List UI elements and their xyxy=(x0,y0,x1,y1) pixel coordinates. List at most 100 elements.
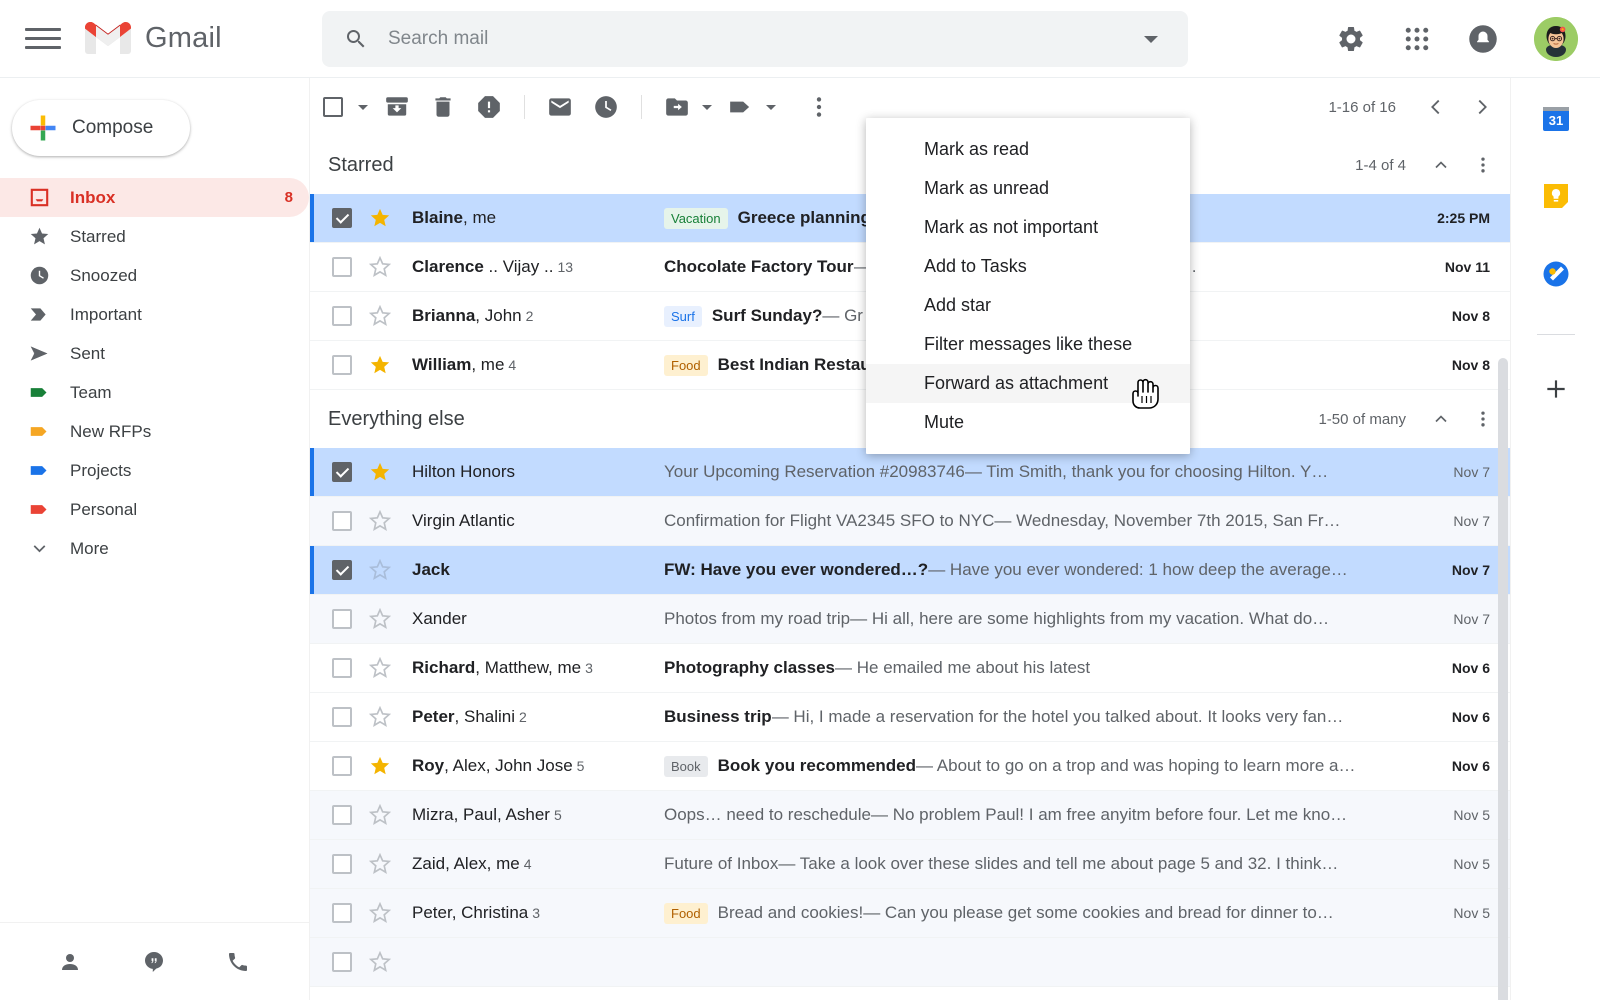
star-toggle[interactable] xyxy=(368,354,392,376)
move-to-button[interactable] xyxy=(654,84,700,130)
row-checkbox[interactable] xyxy=(332,903,352,923)
labels-chevron-down-icon[interactable] xyxy=(766,105,776,110)
grid-apps-icon[interactable] xyxy=(1402,24,1432,54)
row-checkbox[interactable] xyxy=(332,511,352,531)
sidebar-item-team[interactable]: Team xyxy=(0,373,309,412)
google-keep-icon[interactable] xyxy=(1538,178,1574,214)
search-input[interactable] xyxy=(388,28,1144,50)
table-row[interactable]: Richard, Matthew, me3 Photography classe… xyxy=(310,644,1510,693)
google-calendar-icon[interactable]: 31 xyxy=(1538,100,1574,136)
star-toggle[interactable] xyxy=(368,951,392,973)
hangouts-icon[interactable] xyxy=(142,950,166,974)
menu-item-mark-as-unread[interactable]: Mark as unread xyxy=(866,169,1190,208)
archive-button[interactable] xyxy=(374,84,420,130)
menu-item-filter-messages-like-these[interactable]: Filter messages like these xyxy=(866,325,1190,364)
star-toggle[interactable] xyxy=(368,305,392,327)
sidebar-item-projects[interactable]: Projects xyxy=(0,451,309,490)
table-row[interactable]: Hilton Honors Your Upcoming Reservation … xyxy=(310,448,1510,497)
star-toggle[interactable] xyxy=(368,461,392,483)
menu-item-add-to-tasks[interactable]: Add to Tasks xyxy=(866,247,1190,286)
table-row[interactable]: Peter, Shalini2 Business trip — Hi, I ma… xyxy=(310,693,1510,742)
table-row[interactable]: Xander Photos from my road trip — Hi all… xyxy=(310,595,1510,644)
table-row[interactable]: Peter, Christina3 Food Bread and cookies… xyxy=(310,889,1510,938)
star-toggle[interactable] xyxy=(368,510,392,532)
search-bar[interactable] xyxy=(322,11,1188,67)
star-toggle[interactable] xyxy=(368,207,392,229)
select-all-checkbox[interactable] xyxy=(310,84,356,130)
mark-unread-button[interactable] xyxy=(537,84,583,130)
table-row[interactable]: Virgin Atlantic Confirmation for Flight … xyxy=(310,497,1510,546)
star-toggle[interactable] xyxy=(368,755,392,777)
section-more-button[interactable] xyxy=(1464,400,1502,438)
star-toggle[interactable] xyxy=(368,559,392,581)
collapse-section-button[interactable] xyxy=(1422,146,1460,184)
row-checkbox[interactable] xyxy=(332,756,352,776)
table-row[interactable]: Mizra, Paul, Asher5 Oops… need to resche… xyxy=(310,791,1510,840)
row-checkbox[interactable] xyxy=(332,805,352,825)
menu-item-forward-as-attachment[interactable]: Forward as attachment xyxy=(866,364,1190,403)
row-checkbox[interactable] xyxy=(332,707,352,727)
google-tasks-icon[interactable] xyxy=(1538,256,1574,292)
contacts-icon[interactable] xyxy=(58,950,82,974)
row-checkbox[interactable] xyxy=(332,462,352,482)
star-toggle[interactable] xyxy=(368,902,392,924)
sidebar-item-important[interactable]: Important xyxy=(0,295,309,334)
row-checkbox[interactable] xyxy=(332,952,352,972)
spam-button[interactable] xyxy=(466,84,512,130)
row-checkbox[interactable] xyxy=(332,306,352,326)
move-to-chevron-down-icon[interactable] xyxy=(702,105,712,110)
gear-icon[interactable] xyxy=(1336,24,1366,54)
compose-button[interactable]: Compose xyxy=(12,100,190,156)
table-row[interactable]: Zaid, Alex, me4 Future of Inbox — Take a… xyxy=(310,840,1510,889)
table-row[interactable]: Roy, Alex, John Jose5 Book Book you reco… xyxy=(310,742,1510,791)
bell-icon[interactable] xyxy=(1468,24,1498,54)
delete-button[interactable] xyxy=(420,84,466,130)
gmail-logo[interactable]: Gmail xyxy=(85,21,222,56)
row-checkbox[interactable] xyxy=(332,658,352,678)
sidebar-item-starred[interactable]: Starred xyxy=(0,217,309,256)
section-more-button[interactable] xyxy=(1464,146,1502,184)
star-toggle[interactable] xyxy=(368,608,392,630)
phone-icon[interactable] xyxy=(226,950,250,974)
sidebar-item-inbox[interactable]: Inbox 8 xyxy=(0,178,309,217)
collapse-section-button[interactable] xyxy=(1422,400,1460,438)
select-all-chevron-down-icon[interactable] xyxy=(358,105,368,110)
row-checkbox[interactable] xyxy=(332,560,352,580)
sidebar-item-new-rfps[interactable]: New RFPs xyxy=(0,412,309,451)
sidebar-item-more[interactable]: More xyxy=(0,529,309,568)
row-checkbox[interactable] xyxy=(332,355,352,375)
sidebar-item-personal[interactable]: Personal xyxy=(0,490,309,529)
star-toggle[interactable] xyxy=(368,853,392,875)
menu-item-mark-as-not-important[interactable]: Mark as not important xyxy=(866,208,1190,247)
row-label-chip[interactable]: Vacation xyxy=(664,208,728,229)
more-options-button[interactable] xyxy=(796,84,842,130)
row-checkbox[interactable] xyxy=(332,208,352,228)
sidebar-item-snoozed[interactable]: Snoozed xyxy=(0,256,309,295)
row-checkbox[interactable] xyxy=(332,609,352,629)
list-scrollbar[interactable] xyxy=(1498,358,1508,1000)
avatar[interactable] xyxy=(1534,17,1578,61)
sidebar-item-sent[interactable]: Sent xyxy=(0,334,309,373)
row-checkbox[interactable] xyxy=(332,257,352,277)
menu-item-mute[interactable]: Mute xyxy=(866,403,1190,442)
add-addon-icon[interactable] xyxy=(1538,371,1574,407)
next-page-button[interactable] xyxy=(1462,87,1502,127)
star-toggle[interactable] xyxy=(368,256,392,278)
menu-item-add-star[interactable]: Add star xyxy=(866,286,1190,325)
row-label-chip[interactable]: Surf xyxy=(664,306,702,327)
row-label-chip[interactable]: Food xyxy=(664,355,708,376)
star-toggle[interactable] xyxy=(368,804,392,826)
star-toggle[interactable] xyxy=(368,657,392,679)
row-label-chip[interactable]: Book xyxy=(664,756,708,777)
row-label-chip[interactable]: Food xyxy=(664,903,708,924)
table-row[interactable] xyxy=(310,938,1510,987)
menu-item-mark-as-read[interactable]: Mark as read xyxy=(866,130,1190,169)
row-checkbox[interactable] xyxy=(332,854,352,874)
snooze-button[interactable] xyxy=(583,84,629,130)
table-row[interactable]: Jack FW: Have you ever wondered…? — Have… xyxy=(310,546,1510,595)
labels-button[interactable] xyxy=(718,84,764,130)
previous-page-button[interactable] xyxy=(1416,87,1456,127)
hamburger-menu-icon[interactable] xyxy=(25,21,61,57)
star-toggle[interactable] xyxy=(368,706,392,728)
search-options-chevron-down-icon[interactable] xyxy=(1144,36,1158,43)
